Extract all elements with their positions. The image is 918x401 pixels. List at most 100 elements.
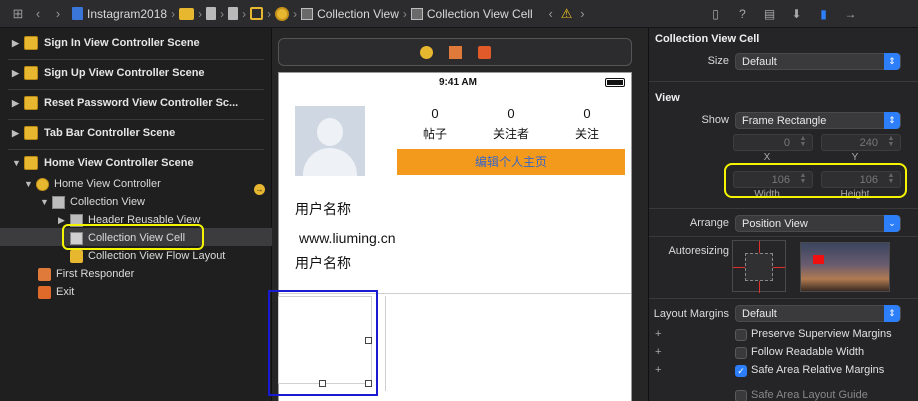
divider (649, 236, 918, 237)
size-icon[interactable]: ▮ (817, 7, 831, 21)
breadcrumb-separator: › (242, 6, 247, 21)
chevron-left-icon[interactable]: ‹ (541, 6, 561, 21)
help-icon[interactable]: ? (736, 7, 750, 21)
divider (649, 81, 918, 82)
arrow-circle-icon[interactable]: → (254, 184, 265, 195)
safe-area-relative-label: Safe Area Relative Margins (751, 364, 885, 376)
plus-icon[interactable]: + (655, 364, 661, 376)
x-field[interactable]: 0 ▲ ▼ (733, 134, 813, 151)
strut-bottom[interactable] (759, 281, 760, 293)
plus-icon[interactable]: + (655, 328, 661, 340)
size-popup[interactable]: Default ⇕ (735, 53, 901, 70)
exit-icon[interactable] (477, 45, 491, 59)
view-controller-icon[interactable] (419, 45, 433, 59)
outline-scene-reset-password[interactable]: ▶ Reset Password View Controller Sc... (0, 88, 272, 118)
outline-scene-tab-bar[interactable]: ▶ Tab Bar Controller Scene (0, 118, 272, 148)
outline-item-exit[interactable]: Exit (38, 283, 74, 301)
avatar[interactable] (295, 106, 365, 176)
safe-area-layout-label: Safe Area Layout Guide (751, 389, 868, 401)
attributes-icon[interactable]: ⬇ (790, 7, 804, 21)
disclosure-triangle-icon[interactable]: ▶ (12, 128, 24, 139)
resize-handle[interactable] (319, 380, 326, 387)
jump-bar-collection-view[interactable]: Collection View (301, 7, 399, 21)
disclosure-triangle-icon[interactable]: ▼ (24, 179, 36, 189)
jump-bar-collection-view-cell[interactable]: Collection View Cell (410, 7, 533, 21)
breadcrumb-separator: › (220, 6, 225, 21)
show-popup[interactable]: Frame Rectangle ⇕ (735, 112, 901, 129)
stat-followers-label: 关注者 (492, 127, 529, 141)
scene-icon (24, 126, 38, 140)
outline-scene-home[interactable]: ▼ Home View Controller Scene (0, 148, 272, 178)
document-icon[interactable] (228, 7, 239, 20)
edit-profile-button[interactable]: 编辑个人主页 (397, 149, 625, 175)
safe-area-layout-checkbox[interactable] (735, 390, 747, 401)
strut-left[interactable] (733, 267, 745, 268)
grid-icon[interactable]: ⊞ (8, 6, 28, 22)
divider (649, 298, 918, 299)
folder-icon[interactable] (179, 7, 195, 20)
warning-icon[interactable]: ⚠ (561, 6, 573, 22)
xcode-window: ⊞ ‹ › Instagram2018 › › › › › › Collecti… (0, 0, 918, 401)
cell-icon (410, 7, 423, 20)
document-icon[interactable] (206, 7, 217, 20)
plus-icon[interactable]: + (655, 346, 661, 358)
safe-area-relative-checkbox[interactable]: ✓ (735, 365, 747, 377)
stat-following[interactable]: 0 关注 (557, 106, 617, 142)
stat-posts-label: 帖子 (422, 127, 447, 141)
exit-icon (38, 285, 51, 299)
first-responder-icon[interactable] (448, 45, 462, 59)
inspector-tab-bar: ▯ ? ▤ ⬇ ▮ → (648, 0, 918, 28)
arrange-label: Arrange (689, 217, 729, 229)
layout-margins-popup[interactable]: Default ⇕ (735, 305, 901, 322)
preserve-superview-checkbox[interactable] (735, 329, 747, 341)
battery-icon (605, 78, 625, 87)
autoresizing-mask-editor[interactable] (732, 240, 786, 293)
connections-icon[interactable]: → (844, 7, 858, 21)
disclosure-triangle-icon[interactable]: ▼ (40, 197, 52, 207)
stepper-icon[interactable]: ▲ ▼ (797, 135, 809, 149)
y-field[interactable]: 240 ▲ ▼ (821, 134, 901, 151)
avatar-head-shape (317, 118, 343, 146)
file-icon[interactable]: ▯ (709, 7, 723, 21)
disclosure-triangle-icon[interactable]: ▶ (12, 38, 24, 49)
outline-item-collection-view[interactable]: ▼ Collection View (40, 193, 145, 211)
scene-icon[interactable] (250, 7, 264, 20)
username-label-2: 用户名称 (295, 255, 351, 271)
chevron-right-icon[interactable]: › (48, 6, 68, 21)
strut-right[interactable] (773, 267, 785, 268)
arrange-popup[interactable]: Position View ⌄ (735, 215, 901, 232)
preserve-superview-label: Preserve Superview Margins (751, 328, 892, 340)
outline-item-first-responder[interactable]: First Responder (38, 265, 134, 283)
stepper-icon[interactable]: ▲ ▼ (885, 135, 897, 149)
username-label: 用户名称 (295, 201, 351, 217)
identity-icon[interactable]: ▤ (763, 7, 777, 21)
strut-top[interactable] (759, 241, 760, 253)
autoresizing-label: Autoresizing (668, 245, 729, 257)
outline-scene-sign-in[interactable]: ▶ Sign In View Controller Scene (0, 28, 272, 58)
stat-following-count: 0 (583, 106, 591, 121)
chevron-left-icon[interactable]: ‹ (28, 6, 48, 21)
view-controller-icon[interactable] (275, 6, 290, 21)
disclosure-triangle-icon[interactable]: ▶ (12, 98, 24, 109)
chevron-updown-icon: ⇕ (884, 305, 900, 322)
divider (385, 296, 386, 391)
scene-icon (24, 96, 38, 110)
outline-item-home-view-controller[interactable]: ▼ Home View Controller (24, 175, 161, 193)
size-label: Size (707, 55, 729, 67)
first-responder-icon (38, 267, 51, 281)
stat-posts[interactable]: 0 帖子 (405, 106, 465, 142)
follow-readable-checkbox[interactable] (735, 347, 747, 359)
stat-followers[interactable]: 0 关注者 (481, 106, 541, 142)
disclosure-triangle-icon[interactable]: ▶ (12, 68, 24, 79)
chevron-right-icon[interactable]: › (572, 6, 592, 21)
divider (649, 208, 918, 209)
jump-bar-project[interactable]: Instagram2018 (72, 7, 167, 21)
resize-handle[interactable] (365, 380, 372, 387)
outline-scene-sign-up[interactable]: ▶ Sign Up View Controller Scene (0, 58, 272, 88)
outline-item-flow-layout[interactable]: Collection View Flow Layout (70, 247, 225, 265)
autoresizing-preview (800, 242, 890, 292)
chevron-down-icon: ⌄ (884, 215, 900, 232)
disclosure-triangle-icon[interactable]: ▼ (12, 158, 24, 168)
resize-handle[interactable] (365, 337, 372, 344)
breadcrumb-separator: › (267, 6, 272, 21)
